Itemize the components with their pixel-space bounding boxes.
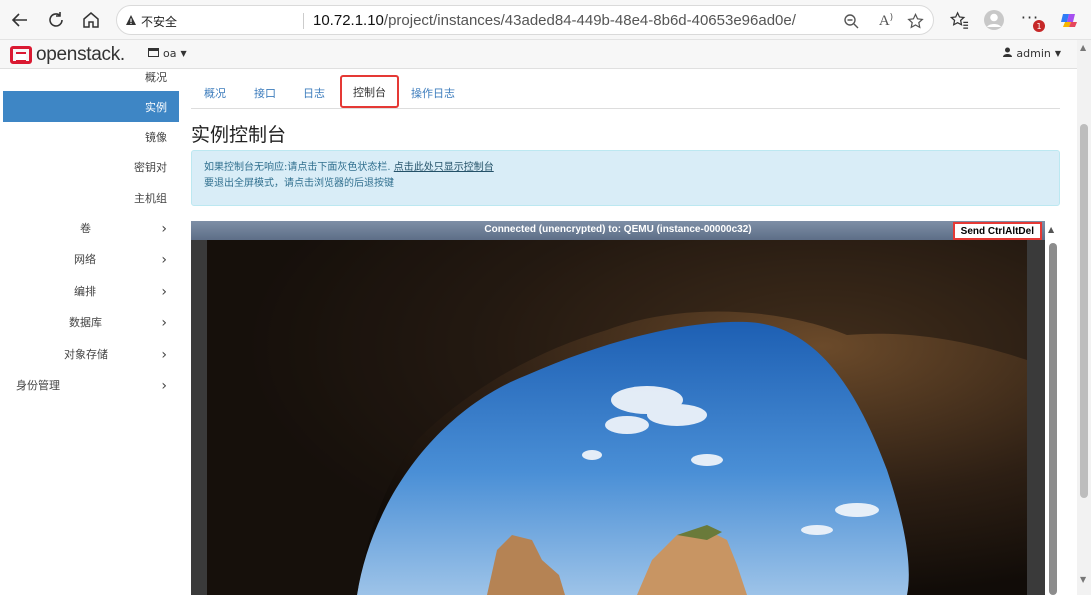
- sidebar-item-label: 实例: [145, 101, 167, 114]
- sidebar-group-network[interactable]: 网络 ›: [3, 251, 179, 271]
- favorite-star-icon[interactable]: [906, 12, 924, 30]
- tab-log[interactable]: 日志: [297, 79, 331, 107]
- console-scrollbar-thumb[interactable]: [1049, 243, 1057, 595]
- logo-text: openstack.: [36, 44, 125, 65]
- instance-tabs: 概况 接口 日志 控制台 操作日志: [191, 74, 1060, 109]
- sidebar: 概况 实例 镜像 密钥对 主机组 卷 › 网络 › 编排 › 数据库 › 对象存…: [3, 69, 179, 490]
- favorites-icon[interactable]: [947, 8, 971, 32]
- chevron-right-icon: ›: [161, 347, 167, 363]
- address-bar[interactable]: 不安全 10.72.1.10/project/instances/43aded8…: [116, 5, 934, 35]
- page-scrollbar-thumb[interactable]: [1080, 124, 1088, 498]
- console-screen[interactable]: [207, 240, 1027, 595]
- refresh-icon[interactable]: [44, 8, 68, 32]
- warning-icon: [125, 14, 137, 29]
- console-status-bar[interactable]: Connected (unencrypted) to: QEMU (instan…: [191, 221, 1045, 240]
- browser-toolbar: 不安全 10.72.1.10/project/instances/43aded8…: [0, 0, 1091, 40]
- sidebar-group-database[interactable]: 数据库 ›: [3, 314, 179, 334]
- zoom-icon[interactable]: [842, 12, 860, 30]
- chevron-right-icon: ›: [161, 284, 167, 300]
- alert-text: 如果控制台无响应:请点击下面灰色状态栏.: [204, 162, 391, 173]
- sidebar-item-images[interactable]: 镜像: [145, 129, 167, 145]
- chevron-right-icon: ›: [161, 252, 167, 268]
- user-name: admin: [1016, 47, 1051, 60]
- user-icon: [1003, 47, 1013, 60]
- sidebar-item-instances[interactable]: 实例: [3, 91, 179, 122]
- sidebar-group-label: 数据库: [69, 316, 102, 329]
- sidebar-group-identity[interactable]: 身份管理 ›: [3, 377, 179, 397]
- project-icon: [148, 47, 159, 60]
- tab-overview[interactable]: 概况: [197, 79, 233, 107]
- caret-down-icon: ▼: [180, 49, 187, 58]
- copilot-icon[interactable]: [1057, 8, 1081, 32]
- tab-interfaces[interactable]: 接口: [247, 79, 283, 107]
- chevron-right-icon: ›: [161, 221, 167, 237]
- profile-avatar-icon[interactable]: [982, 8, 1006, 32]
- security-label: 不安全: [141, 14, 178, 29]
- read-aloud-icon[interactable]: A): [877, 12, 895, 30]
- home-icon[interactable]: [79, 8, 103, 32]
- page-title: 实例控制台: [191, 124, 287, 146]
- settings-more-icon[interactable]: ··· 1: [1018, 8, 1045, 32]
- scroll-up-icon[interactable]: ▲: [1048, 225, 1054, 234]
- info-alert: 如果控制台无响应:请点击下面灰色状态栏. 点击此处只显示控制台 要退出全屏模式，…: [191, 150, 1060, 206]
- url-path: /project/instances/43aded84-449b-48e4-8b…: [383, 12, 796, 29]
- sidebar-group-label: 对象存储: [64, 348, 108, 361]
- vnc-console[interactable]: Connected (unencrypted) to: QEMU (instan…: [191, 221, 1045, 595]
- alert-line-1: 如果控制台无响应:请点击下面灰色状态栏. 点击此处只显示控制台: [204, 160, 1047, 176]
- console-scrollbar[interactable]: ▲: [1047, 221, 1059, 595]
- sidebar-item-overview[interactable]: 概况: [145, 69, 167, 85]
- desktop-wallpaper: [207, 240, 1027, 595]
- scroll-down-icon[interactable]: ▼: [1080, 575, 1086, 584]
- openstack-logo[interactable]: openstack.: [10, 44, 125, 66]
- security-indicator[interactable]: 不安全: [125, 12, 177, 30]
- tab-action-log[interactable]: 操作日志: [409, 79, 457, 107]
- openstack-logo-icon: [10, 46, 32, 64]
- sidebar-group-label: 身份管理: [16, 379, 60, 392]
- alert-line-2: 要退出全屏模式，请点击浏览器的后退按键: [204, 178, 394, 189]
- url-text: 10.72.1.10/project/instances/43aded84-44…: [313, 12, 796, 29]
- send-ctrl-alt-del-button[interactable]: Send CtrlAltDel: [952, 222, 1042, 240]
- user-menu[interactable]: admin ▼: [1003, 47, 1061, 60]
- url-host: 10.72.1.10: [313, 12, 384, 29]
- sidebar-group-label: 编排: [74, 285, 96, 298]
- caret-down-icon: ▼: [1054, 49, 1061, 58]
- openstack-header: openstack. oa ▼ admin ▼: [0, 40, 1077, 69]
- console-only-link[interactable]: 点击此处只显示控制台: [394, 162, 494, 173]
- sidebar-item-keypairs[interactable]: 密钥对: [134, 159, 167, 175]
- console-status-text: Connected (unencrypted) to: QEMU (instan…: [484, 224, 752, 235]
- chevron-right-icon: ›: [161, 315, 167, 331]
- sidebar-group-label: 网络: [74, 253, 96, 266]
- back-icon[interactable]: [8, 8, 32, 32]
- project-name: oa: [163, 47, 177, 60]
- page-scrollbar[interactable]: ▲ ▼: [1077, 40, 1091, 595]
- scroll-up-icon[interactable]: ▲: [1080, 43, 1086, 52]
- chevron-right-icon: ›: [161, 378, 167, 394]
- sidebar-group-volumes[interactable]: 卷 ›: [3, 220, 179, 240]
- notification-badge: 1: [1033, 20, 1045, 32]
- sidebar-item-server-groups[interactable]: 主机组: [134, 190, 167, 206]
- sidebar-group-object-store[interactable]: 对象存储 ›: [3, 346, 179, 366]
- sidebar-group-label: 卷: [80, 222, 91, 235]
- project-selector[interactable]: oa ▼: [148, 47, 187, 60]
- tab-console[interactable]: 控制台: [340, 75, 399, 108]
- sidebar-group-orchestration[interactable]: 编排 ›: [3, 283, 179, 303]
